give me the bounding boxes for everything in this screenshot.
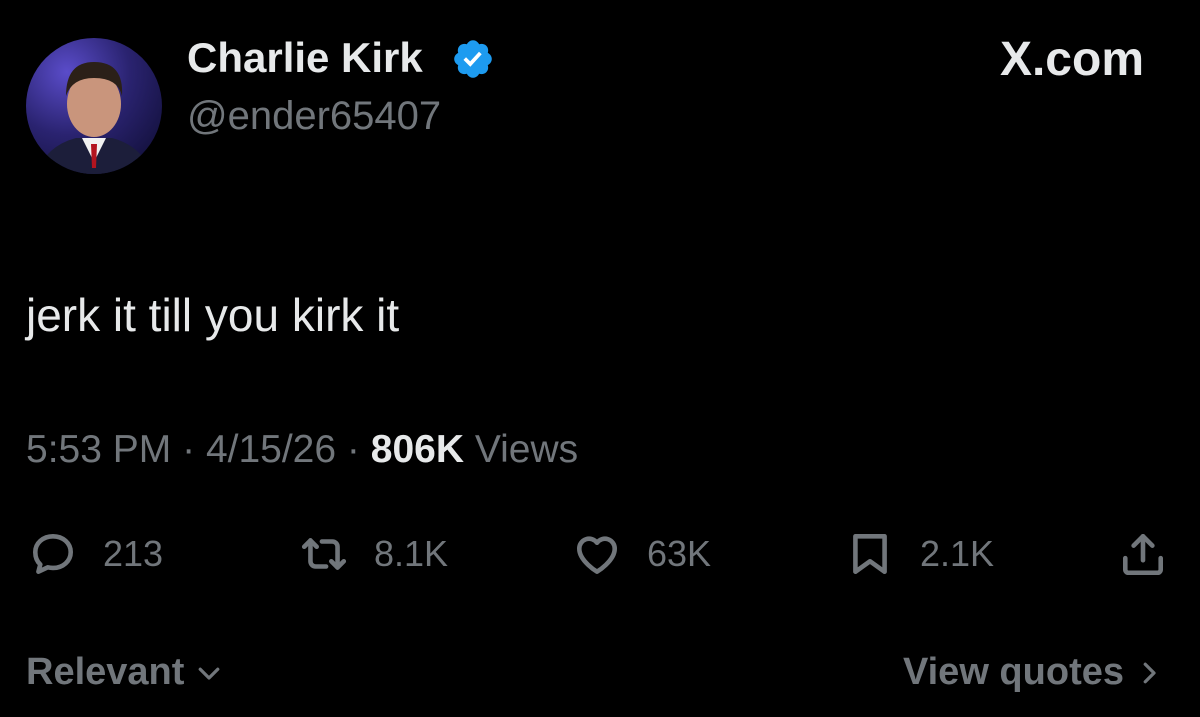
share-icon bbox=[1123, 534, 1163, 576]
avatar[interactable] bbox=[26, 38, 162, 174]
view-quotes-link[interactable]: View quotes bbox=[903, 651, 1164, 694]
profile-photo bbox=[36, 62, 152, 174]
repost-icon bbox=[301, 538, 347, 570]
action-bar: 213 8.1K 63K 2.1K bbox=[0, 526, 1200, 582]
verified-badge-icon bbox=[454, 40, 492, 78]
like-button[interactable]: 63K bbox=[572, 526, 711, 582]
bookmark-button[interactable]: 2.1K bbox=[845, 526, 994, 582]
bookmark-icon bbox=[853, 534, 887, 574]
sort-dropdown[interactable]: Relevant bbox=[26, 651, 224, 694]
user-handle[interactable]: @ender65407 bbox=[187, 94, 441, 139]
heart-icon bbox=[577, 536, 617, 574]
meta-separator: · bbox=[346, 428, 360, 471]
repost-count: 8.1K bbox=[374, 533, 449, 574]
tweet-time[interactable]: 5:53 PM bbox=[26, 428, 171, 471]
view-quotes-label: View quotes bbox=[902, 651, 1124, 693]
share-button[interactable] bbox=[1118, 526, 1168, 582]
brand-label: X.com bbox=[999, 33, 1144, 86]
tweet-text: jerk it till you kirk it bbox=[26, 289, 400, 341]
reply-button[interactable]: 213 bbox=[28, 526, 163, 582]
reply-count: 213 bbox=[103, 533, 164, 574]
repost-button[interactable]: 8.1K bbox=[299, 526, 448, 582]
like-count: 63K bbox=[647, 533, 712, 574]
views-count: 806K bbox=[370, 428, 464, 471]
tweet-meta: 5:53 PM · 4/15/26 · 806K Views bbox=[26, 428, 578, 472]
reply-icon bbox=[33, 534, 74, 574]
chevron-right-icon bbox=[1143, 662, 1156, 683]
views-label: Views bbox=[474, 428, 579, 471]
bookmark-count: 2.1K bbox=[920, 533, 995, 574]
tweet-date[interactable]: 4/15/26 bbox=[206, 428, 336, 471]
display-name[interactable]: Charlie Kirk bbox=[187, 34, 423, 82]
chevron-down-icon bbox=[199, 667, 220, 680]
sort-label: Relevant bbox=[26, 651, 185, 693]
meta-separator: · bbox=[182, 428, 196, 471]
